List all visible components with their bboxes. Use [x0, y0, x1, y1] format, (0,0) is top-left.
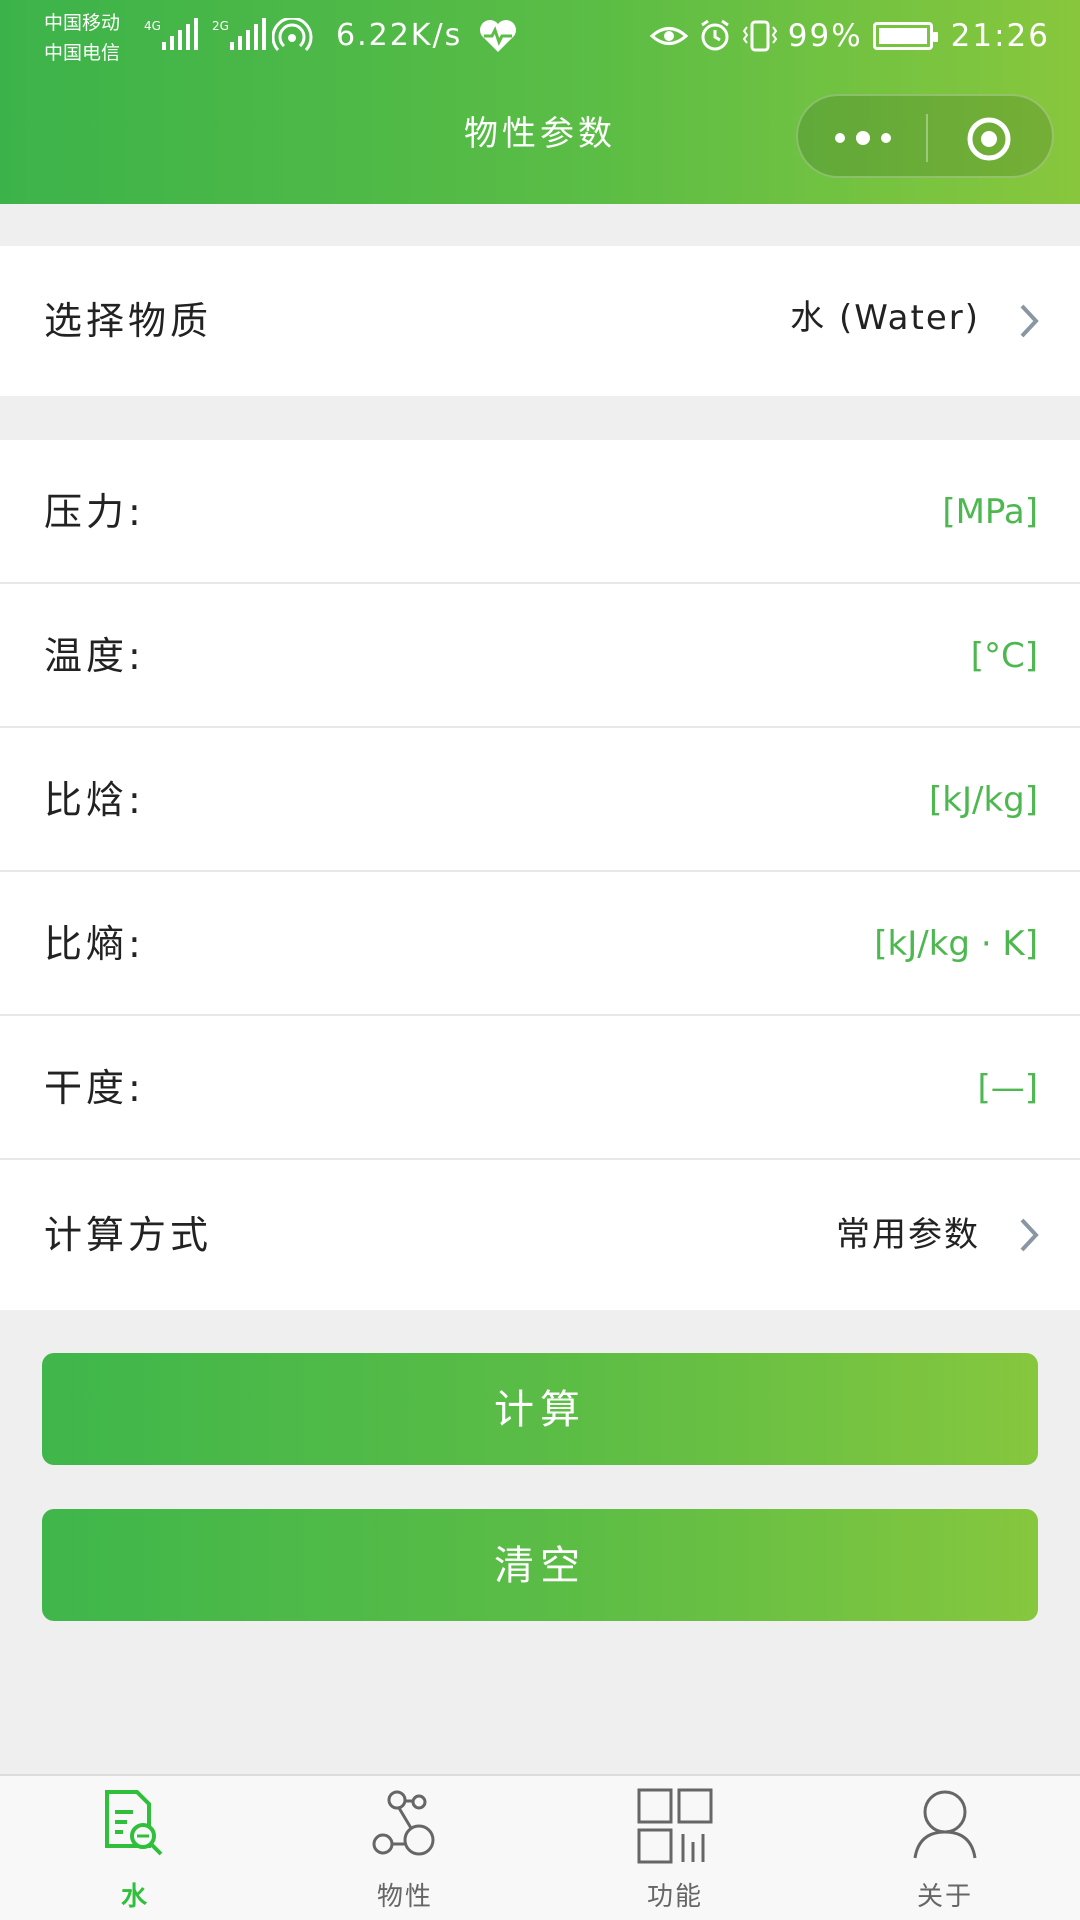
enthalpy-row: 比焓: [kJ/kg] — [0, 728, 1080, 872]
tab-label: 水 — [120, 1882, 149, 1912]
capsule-divider — [926, 114, 928, 162]
eye-icon — [649, 27, 688, 45]
battery-icon — [872, 22, 938, 50]
health-heart-icon — [480, 20, 516, 52]
field-label: 干度: — [44, 1066, 145, 1110]
tab-label: 功能 — [646, 1882, 703, 1912]
field-label: 比焓: — [44, 778, 145, 822]
clock: 21:26 — [950, 18, 1050, 54]
water-doc-search-icon — [105, 1790, 163, 1856]
field-unit: [°C] — [970, 636, 1038, 676]
tab-about[interactable]: 关于 — [810, 1776, 1080, 1920]
status-bar-right: 99% 21:26 — [649, 18, 1050, 54]
field-unit: [MPa] — [942, 492, 1038, 532]
field-unit: [—] — [977, 1068, 1038, 1108]
field-label: 压力: — [44, 490, 145, 534]
grid-icon — [637, 1788, 713, 1864]
more-menu-icon[interactable] — [828, 124, 898, 152]
tab-label: 物性 — [376, 1882, 433, 1912]
net-speed: 6.22K/s — [336, 18, 463, 53]
parameters-panel: 压力: [MPa] 温度: [°C] 比焓: [kJ/kg] 比熵: [kJ/k… — [0, 440, 1080, 1310]
battery-percent: 99% — [787, 18, 863, 54]
entropy-row: 比熵: [kJ/kg · K] — [0, 872, 1080, 1016]
quality-input[interactable] — [170, 1056, 874, 1122]
tab-functions[interactable]: 功能 — [540, 1776, 810, 1920]
user-icon — [913, 1790, 977, 1859]
entropy-input[interactable] — [170, 912, 874, 978]
bottom-tab-bar: 水 物性 功能 关于 — [0, 1774, 1080, 1920]
substance-select-row[interactable]: 选择物质 水 (Water) — [0, 246, 1080, 396]
pressure-row: 压力: [MPa] — [0, 440, 1080, 584]
temperature-input[interactable] — [170, 624, 874, 690]
tab-water[interactable]: 水 — [0, 1776, 270, 1920]
alarm-icon — [700, 19, 729, 51]
tab-label: 关于 — [916, 1882, 973, 1912]
nodes-icon — [372, 1790, 435, 1856]
calc-method-value: 常用参数 — [836, 1215, 980, 1255]
hotspot-icon — [272, 18, 313, 52]
field-label: 温度: — [44, 634, 145, 678]
signal-2g-icon: 2G — [212, 18, 266, 50]
field-unit: [kJ/kg · K] — [874, 924, 1038, 964]
app-header: 中国移动 中国电信 4G 2G 6.22K/s 99% 21:26 物性参数 — [0, 0, 1080, 204]
clear-button[interactable]: 清空 — [42, 1509, 1038, 1621]
field-unit: [kJ/kg] — [929, 780, 1038, 820]
substance-panel: 选择物质 水 (Water) — [0, 246, 1080, 396]
temperature-row: 温度: [°C] — [0, 584, 1080, 728]
signal-4g-icon: 4G — [144, 18, 198, 50]
chevron-right-icon — [1020, 1218, 1039, 1252]
carrier-2: 中国电信 — [44, 42, 121, 64]
net-4g-label: 4G — [144, 19, 161, 33]
substance-label: 选择物质 — [44, 299, 213, 343]
enthalpy-input[interactable] — [170, 768, 874, 834]
field-label: 比熵: — [44, 922, 145, 966]
net-2g-label: 2G — [212, 19, 229, 33]
chevron-right-icon — [1020, 304, 1039, 338]
calc-method-row[interactable]: 计算方式 常用参数 — [0, 1160, 1080, 1310]
calc-method-label: 计算方式 — [44, 1213, 213, 1257]
substance-value: 水 (Water) — [790, 298, 980, 338]
miniprogram-capsule — [796, 94, 1054, 178]
quality-row: 干度: [—] — [0, 1016, 1080, 1160]
calculate-button[interactable]: 计算 — [42, 1353, 1038, 1465]
tab-properties[interactable]: 物性 — [270, 1776, 540, 1920]
close-miniprogram-icon[interactable] — [966, 116, 1012, 162]
status-bar-carriers: 中国移动 中国电信 — [44, 8, 120, 68]
vibrate-icon — [742, 20, 777, 52]
carrier-1: 中国移动 — [44, 12, 121, 34]
pressure-input[interactable] — [170, 480, 874, 546]
